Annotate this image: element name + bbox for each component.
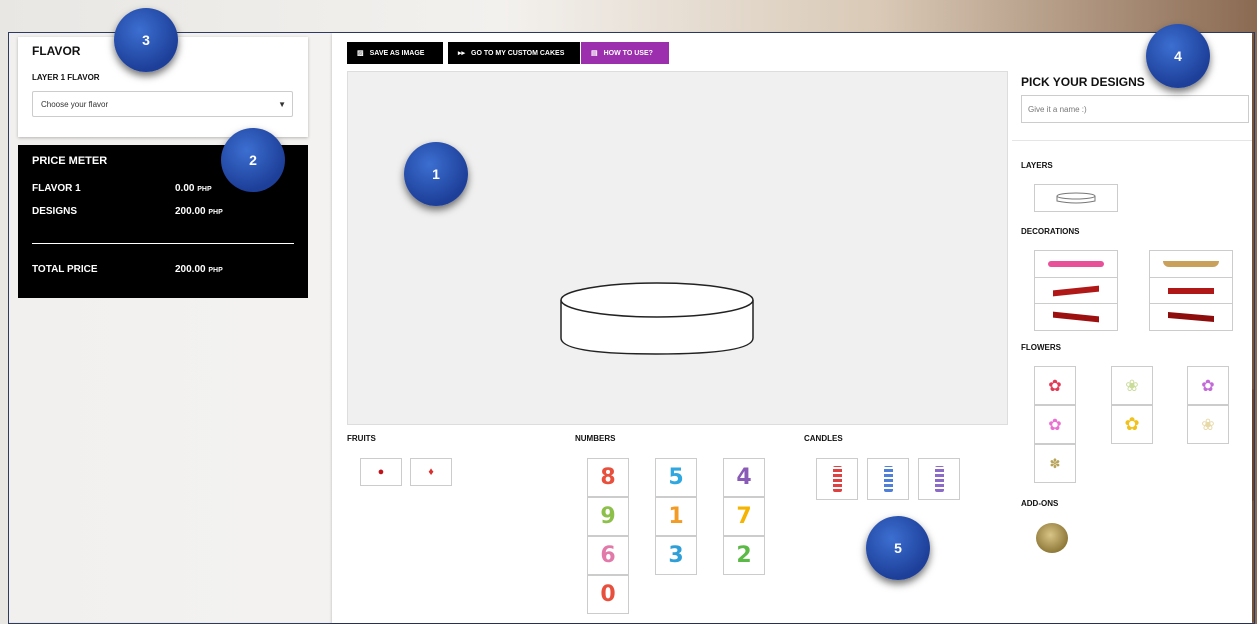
yellow-flower-icon: ✿: [1124, 414, 1140, 434]
decoration-tile[interactable]: [1034, 250, 1118, 278]
layer-icon: [1056, 192, 1096, 204]
addon-nest-icon[interactable]: [1036, 523, 1068, 553]
red-ribbon-icon: [1168, 311, 1214, 323]
candles-heading: CANDLES: [804, 434, 843, 443]
designs-sidebar: PICK YOUR DESIGNS Give it a name :) LAYE…: [1012, 33, 1252, 623]
callout-badge: 5: [866, 516, 930, 580]
number-candle-3: 3: [668, 543, 684, 568]
candle-blue-tile[interactable]: [867, 458, 909, 500]
number-candle-tile[interactable]: 2: [723, 536, 765, 575]
total-price-label: TOTAL PRICE: [32, 264, 98, 275]
dropdown-arrow-icon: ▼: [278, 100, 286, 109]
price-meter-title: PRICE METER: [32, 155, 108, 167]
callout-badge: 1: [404, 142, 468, 206]
candle-icon: [883, 466, 893, 492]
sprig-flower-icon: ✽: [1049, 455, 1061, 471]
candle-icon: [934, 466, 944, 492]
flower-tile[interactable]: ✿: [1034, 405, 1076, 444]
flowers-heading: FLOWERS: [1021, 343, 1061, 352]
fruit-cherry-tile[interactable]: ●: [360, 458, 402, 486]
number-candle-tile[interactable]: 3: [655, 536, 697, 575]
pick-designs-title: PICK YOUR DESIGNS: [1021, 75, 1145, 89]
decoration-tile[interactable]: [1149, 277, 1233, 305]
divider: [32, 243, 294, 244]
addons-heading: ADD-ONS: [1021, 499, 1059, 508]
callout-badge: 2: [221, 128, 285, 192]
fruit-strawberry-tile[interactable]: ♦: [410, 458, 452, 486]
number-candle-9: 9: [600, 504, 616, 529]
number-candle-tile[interactable]: 1: [655, 497, 697, 536]
go-to-custom-cakes-button[interactable]: ▸▸ GO TO MY CUSTOM CAKES: [448, 42, 580, 64]
number-candle-tile[interactable]: 8: [587, 458, 629, 497]
red-flower-icon: ✿: [1048, 377, 1062, 395]
number-candle-tile[interactable]: 9: [587, 497, 629, 536]
layers-heading: LAYERS: [1021, 161, 1053, 170]
flower-tile[interactable]: ✿: [1187, 366, 1229, 405]
candle-red-tile[interactable]: [816, 458, 858, 500]
divider: [1012, 140, 1252, 141]
number-candle-0: 0: [600, 582, 616, 607]
decoration-tile[interactable]: [1149, 303, 1233, 331]
number-candle-tile[interactable]: 6: [587, 536, 629, 575]
layer-flavor-label: LAYER 1 FLAVOR: [32, 73, 100, 82]
price-row-label: DESIGNS: [32, 206, 78, 217]
red-ribbon-icon: [1168, 288, 1214, 294]
flower-tile[interactable]: ❀: [1111, 366, 1153, 405]
designer-panel: ▨ SAVE AS IMAGE ▸▸ GO TO MY CUSTOM CAKES ▤…: [332, 33, 1252, 623]
number-candle-tile[interactable]: 5: [655, 458, 697, 497]
flower-tile[interactable]: ✿: [1111, 405, 1153, 444]
gold-ribbon-icon: [1163, 261, 1219, 267]
numbers-heading: NUMBERS: [575, 434, 616, 443]
decoration-tile[interactable]: [1149, 250, 1233, 278]
fruits-heading: FRUITS: [347, 434, 376, 443]
fast-forward-icon: ▸▸: [458, 50, 466, 57]
decoration-tile[interactable]: [1034, 303, 1118, 331]
save-as-image-button[interactable]: ▨ SAVE AS IMAGE: [347, 42, 443, 64]
flavor-title: FLAVOR: [32, 44, 81, 58]
design-name-input[interactable]: Give it a name :): [1021, 95, 1249, 123]
layer-option-tile[interactable]: [1034, 184, 1118, 212]
how-to-use-button[interactable]: ▤ HOW TO USE?: [581, 42, 669, 64]
price-row-value: 200.00 PHP: [175, 206, 223, 217]
flower-tile[interactable]: ❀: [1187, 405, 1229, 444]
cake-canvas[interactable]: [347, 71, 1008, 425]
callout-badge: 4: [1146, 24, 1210, 88]
strawberry-icon: ♦: [428, 466, 434, 478]
decorations-heading: DECORATIONS: [1021, 227, 1080, 236]
number-candle-7: 7: [736, 504, 752, 529]
cherry-icon: ●: [377, 466, 385, 478]
pink-flower-icon: ✿: [1048, 416, 1062, 434]
price-row-value: 0.00 PHP: [175, 183, 212, 194]
pink-bow-ribbon-icon: [1048, 261, 1104, 267]
white-flower-icon: ❀: [1201, 416, 1215, 434]
candle-icon: [832, 466, 842, 492]
number-candle-2: 2: [736, 543, 752, 568]
number-candle-tile[interactable]: 4: [723, 458, 765, 497]
green-flower-icon: ❀: [1125, 377, 1139, 395]
number-candle-tile[interactable]: 0: [587, 575, 629, 614]
number-candle-1: 1: [668, 504, 684, 529]
flower-tile[interactable]: ✿: [1034, 366, 1076, 405]
purple-flower-icon: ✿: [1201, 377, 1215, 395]
number-candle-4: 4: [736, 465, 752, 490]
red-ribbon-icon: [1053, 285, 1099, 297]
flower-tile[interactable]: ✽: [1034, 444, 1076, 483]
red-ribbon-icon: [1053, 311, 1099, 323]
number-candle-5: 5: [668, 465, 684, 490]
document-icon: ▤: [591, 50, 598, 57]
number-candle-tile[interactable]: 7: [723, 497, 765, 536]
number-candle-8: 8: [600, 465, 616, 490]
cake-layer-drawing[interactable]: [348, 72, 1007, 424]
image-icon: ▨: [357, 50, 364, 57]
total-price-value: 200.00 PHP: [175, 264, 223, 275]
flavor-select[interactable]: Choose your flavor ▼: [32, 91, 293, 117]
decoration-tile[interactable]: [1034, 277, 1118, 305]
callout-badge: 3: [114, 8, 178, 72]
number-candle-6: 6: [600, 543, 616, 568]
candle-purple-tile[interactable]: [918, 458, 960, 500]
price-row-label: FLAVOR 1: [32, 183, 81, 194]
flavor-select-value: Choose your flavor: [41, 100, 109, 109]
